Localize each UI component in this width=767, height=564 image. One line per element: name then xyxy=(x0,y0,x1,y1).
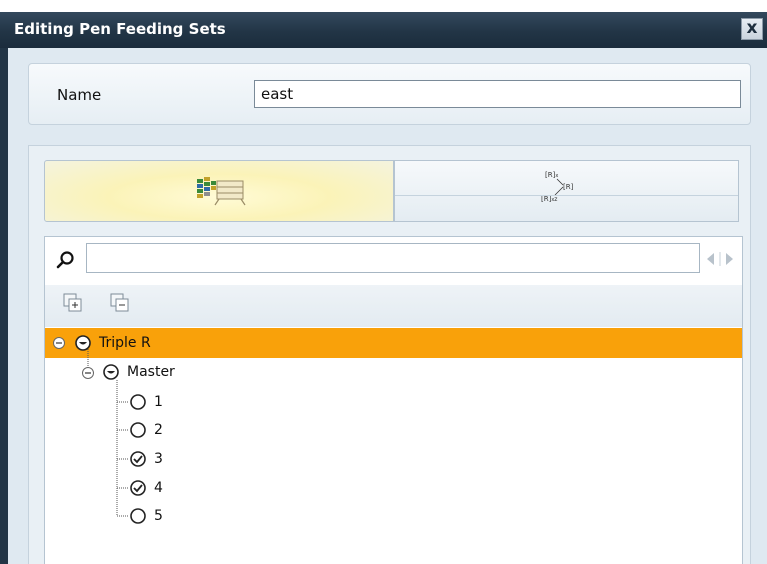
window-left-edge xyxy=(0,48,8,564)
tree-item-pen[interactable]: 5 xyxy=(154,508,163,524)
tree-item-pen[interactable]: 3 xyxy=(154,451,163,467)
tree-item-pen[interactable]: 2 xyxy=(154,422,163,438)
collapse-all-icon[interactable] xyxy=(109,292,131,314)
window-title: Editing Pen Feeding Sets xyxy=(14,20,226,38)
tab-rules[interactable]: [R]x [R] [R]xz xyxy=(394,160,739,222)
svg-text:[R]x: [R]x xyxy=(545,171,558,179)
tree-item-master[interactable]: Master xyxy=(127,364,175,380)
tree-item-pen[interactable]: 1 xyxy=(154,394,163,410)
radio-unchecked-icon[interactable] xyxy=(129,507,147,525)
node-partial-icon[interactable] xyxy=(102,363,120,381)
collapse-toggle-icon[interactable] xyxy=(52,336,66,350)
name-input[interactable] xyxy=(254,80,741,108)
expand-all-icon[interactable] xyxy=(62,292,84,314)
radio-unchecked-icon[interactable] xyxy=(129,421,147,439)
tab-feeding-pens[interactable] xyxy=(44,160,394,222)
svg-text:[R]xz: [R]xz xyxy=(541,195,557,203)
name-label: Name xyxy=(57,86,102,104)
node-partial-icon[interactable] xyxy=(74,334,92,352)
radio-checked-icon[interactable] xyxy=(129,450,147,468)
search-input[interactable] xyxy=(86,243,700,273)
feeding-pens-icon xyxy=(197,177,246,206)
tree-item-pen[interactable]: 4 xyxy=(154,480,163,496)
rules-diagram-icon: [R]x [R] [R]xz xyxy=(541,171,574,203)
close-icon: x xyxy=(746,18,758,38)
search-icon[interactable] xyxy=(56,250,76,270)
close-button[interactable]: x xyxy=(741,18,763,40)
radio-unchecked-icon[interactable] xyxy=(129,393,147,411)
svg-text:[R]: [R] xyxy=(563,183,574,191)
title-bar: Editing Pen Feeding Sets xyxy=(0,12,767,48)
collapse-toggle-icon[interactable] xyxy=(81,366,95,380)
radio-checked-icon[interactable] xyxy=(129,479,147,497)
tree-item-triple-r[interactable]: Triple R xyxy=(99,335,151,351)
prev-next-arrows-icon[interactable] xyxy=(702,250,738,268)
tree-toolbar xyxy=(45,285,742,327)
